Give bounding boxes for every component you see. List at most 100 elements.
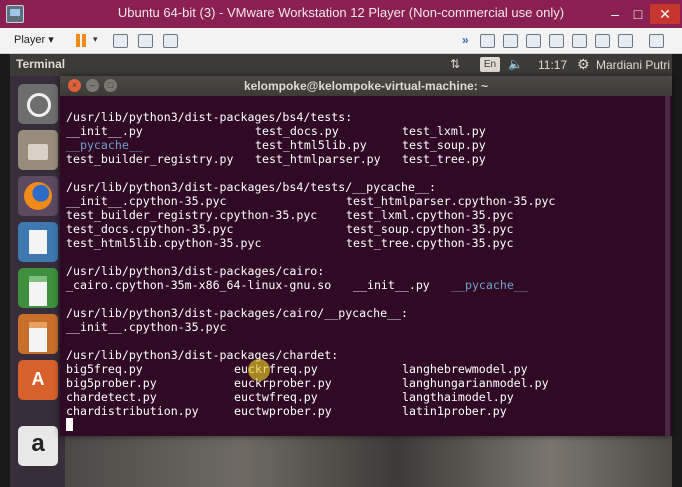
terminal-line: test_docs.cpython-35.pyc test_soup.cpytho… bbox=[66, 222, 662, 236]
terminal-text: big5freq.py bbox=[66, 362, 143, 376]
terminal-text: /usr/lib/python3/dist-packages/bs4/tests… bbox=[66, 110, 353, 124]
display-icon[interactable] bbox=[618, 34, 633, 48]
libreoffice-writer-icon[interactable] bbox=[18, 222, 58, 262]
vmware-window-title: Ubuntu 64-bit (3) - VMware Workstation 1… bbox=[117, 5, 565, 20]
terminal-line: /usr/lib/python3/dist-packages/cairo/__p… bbox=[66, 306, 662, 320]
pause-dropdown-icon[interactable]: ▾ bbox=[93, 34, 98, 45]
maximize-button[interactable]: □ bbox=[628, 4, 648, 24]
terminal-title: kelompoke@kelompoke-virtual-machine: ~ bbox=[243, 79, 489, 93]
pause-icon[interactable] bbox=[74, 34, 88, 47]
terminal-text: langthaimodel.py bbox=[402, 390, 514, 404]
terminal-text: /usr/lib/python3/dist-packages/cairo/__p… bbox=[66, 306, 409, 320]
terminal-text: __init__.py bbox=[353, 278, 430, 292]
terminal-text: langhungarianmodel.py bbox=[402, 376, 549, 390]
shared-folder-icon[interactable] bbox=[649, 34, 664, 48]
terminal-text: test_builder_registry.py bbox=[66, 152, 234, 166]
terminal-text: test_lxml.py bbox=[402, 124, 486, 138]
terminal-text: __init__.py bbox=[66, 124, 143, 138]
terminal-text: big5prober.py bbox=[66, 376, 157, 390]
libreoffice-impress-icon[interactable] bbox=[18, 314, 58, 354]
terminal-text: /usr/lib/python3/dist-packages/cairo: bbox=[66, 264, 325, 278]
terminal-text: test_html5lib.cpython-35.pyc bbox=[66, 236, 262, 250]
terminal-text: test_docs.py bbox=[255, 124, 339, 138]
send-ctrl-alt-del-icon[interactable] bbox=[113, 34, 128, 48]
terminal-text: test_lxml.cpython-35.pyc bbox=[346, 208, 514, 222]
terminal-line: chardistribution.py euctwprober.py latin1p… bbox=[66, 404, 662, 418]
keyboard-layout-indicator[interactable]: En bbox=[480, 57, 500, 72]
terminal-text: __init__.cpython-35.pyc bbox=[66, 194, 227, 208]
terminal-text: test_docs.cpython-35.pyc bbox=[66, 222, 234, 236]
terminal-text: /usr/lib/python3/dist-packages/bs4/tests… bbox=[66, 180, 436, 194]
prompt-line[interactable] bbox=[66, 418, 662, 432]
terminal-titlebar: × – □ kelompoke@kelompoke-virtual-machin… bbox=[60, 76, 672, 96]
system-gear-icon[interactable]: ⚙ bbox=[577, 56, 590, 73]
volume-icon[interactable]: 🔈 bbox=[508, 57, 523, 71]
player-menu-button[interactable]: Player ▾ bbox=[14, 33, 54, 46]
files-icon[interactable] bbox=[18, 130, 58, 170]
terminal-line: chardetect.py euctwfreq.py langthaimodel.p… bbox=[66, 390, 662, 404]
hard-disk-icon[interactable] bbox=[526, 34, 541, 48]
network-adapter-icon[interactable] bbox=[480, 34, 495, 48]
terminal-text: test_soup.py bbox=[402, 138, 486, 152]
libreoffice-calc-icon[interactable] bbox=[18, 268, 58, 308]
more-devices-chevron-icon[interactable]: » bbox=[462, 33, 469, 47]
terminal-text: test_tree.py bbox=[402, 152, 486, 166]
firefox-icon[interactable] bbox=[18, 176, 58, 216]
unity-mode-icon[interactable] bbox=[163, 34, 178, 48]
text-cursor bbox=[66, 418, 73, 431]
terminal-line: test_html5lib.cpython-35.pyc test_tree.cp… bbox=[66, 236, 662, 250]
terminal-line: /usr/lib/python3/dist-packages/chardet: bbox=[66, 348, 662, 362]
terminal-line: __pycache__ test_html5lib.py test_soup.py bbox=[66, 138, 662, 152]
terminal-text: latin1prober.py bbox=[402, 404, 507, 418]
terminal-text: test_html5lib.py bbox=[255, 138, 367, 152]
terminal-line: test_builder_registry.py test_htmlparser.… bbox=[66, 152, 662, 166]
vmware-titlebar: Ubuntu 64-bit (3) - VMware Workstation 1… bbox=[0, 0, 682, 28]
terminal-text: euckrprober.py bbox=[234, 376, 332, 390]
terminal-line: /usr/lib/python3/dist-packages/cairo: bbox=[66, 264, 662, 278]
usb-device-icon[interactable] bbox=[572, 34, 587, 48]
terminal-window: × – □ kelompoke@kelompoke-virtual-machin… bbox=[60, 76, 672, 436]
unity-launcher bbox=[10, 76, 65, 487]
close-button[interactable]: ✕ bbox=[650, 4, 680, 24]
terminal-text: test_htmlparser.py bbox=[255, 152, 381, 166]
directory-entry: __pycache__ bbox=[451, 278, 528, 292]
printer-icon[interactable] bbox=[549, 34, 564, 48]
terminal-line: big5freq.py euckrfreq.py langhebrewmodel.p… bbox=[66, 362, 662, 376]
terminal-line: _cairo.cpython-35m-x86_64-linux-gnu.so __… bbox=[66, 278, 662, 292]
software-center-icon[interactable] bbox=[18, 360, 58, 400]
terminal-text: __init__.cpython-35.pyc bbox=[66, 320, 227, 334]
user-name[interactable]: Mardiani Putri bbox=[596, 58, 670, 72]
terminal-line: __init__.cpython-35.pyc test_htmlparser.c… bbox=[66, 194, 662, 208]
minimize-button[interactable]: – bbox=[604, 4, 626, 24]
network-sort-icon[interactable]: ⇅ bbox=[450, 57, 460, 71]
terminal-text: langhebrewmodel.py bbox=[402, 362, 528, 376]
terminal-text: /usr/lib/python3/dist-packages/chardet: bbox=[66, 348, 339, 362]
terminal-text: _cairo.cpython-35m-x86_64-linux-gnu.so bbox=[66, 278, 332, 292]
fit-guest-icon[interactable] bbox=[138, 34, 153, 48]
ubuntu-top-panel: Terminal ⇅ En 🔈 11:17 ⚙ Mardiani Putri bbox=[10, 54, 672, 76]
terminal-text: euctwfreq.py bbox=[234, 390, 318, 404]
terminal-line: __init__.py test_docs.py test_lxml.py bbox=[66, 124, 662, 138]
terminal-text: chardetect.py bbox=[66, 390, 157, 404]
active-app-name[interactable]: Terminal bbox=[16, 57, 65, 71]
clock[interactable]: 11:17 bbox=[538, 58, 567, 72]
terminal-line: big5prober.py euckrprober.py langhungarian… bbox=[66, 376, 662, 390]
terminal-line: __init__.cpython-35.pyc bbox=[66, 320, 662, 334]
mouse-cursor-highlight bbox=[248, 359, 270, 381]
terminal-output[interactable]: /usr/lib/python3/dist-packages/bs4/tests… bbox=[66, 110, 662, 432]
terminal-line: /usr/lib/python3/dist-packages/bs4/tests… bbox=[66, 110, 662, 124]
terminal-text: euctwprober.py bbox=[234, 404, 332, 418]
amazon-icon[interactable] bbox=[18, 426, 58, 466]
cd-dvd-icon[interactable] bbox=[503, 34, 518, 48]
terminal-scrollbar[interactable] bbox=[665, 96, 670, 436]
sound-card-icon[interactable] bbox=[595, 34, 610, 48]
directory-entry: __pycache__ bbox=[66, 138, 143, 152]
terminal-text: test_htmlparser.cpython-35.pyc bbox=[346, 194, 556, 208]
ubuntu-dash-icon[interactable] bbox=[18, 84, 58, 124]
terminal-line: /usr/lib/python3/dist-packages/bs4/tests… bbox=[66, 180, 662, 194]
terminal-text: test_soup.cpython-35.pyc bbox=[346, 222, 514, 236]
